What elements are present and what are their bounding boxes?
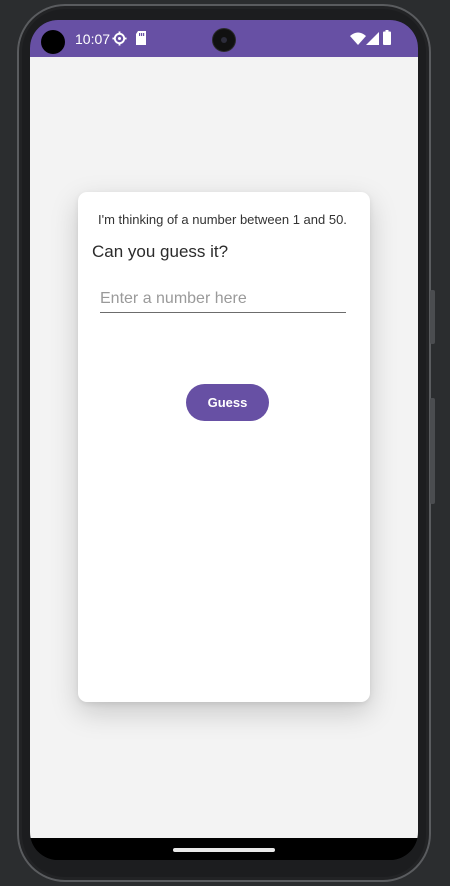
settings-gear-icon (112, 31, 127, 51)
status-bar: 10:07 (30, 20, 418, 57)
cellular-signal-icon (366, 32, 379, 50)
game-card: I'm thinking of a number between 1 and 5… (78, 192, 370, 702)
front-camera (213, 29, 235, 51)
navigation-bar (30, 838, 418, 860)
battery-icon (383, 30, 391, 50)
intro-text: I'm thinking of a number between 1 and 5… (98, 212, 347, 227)
number-input[interactable] (100, 286, 346, 313)
wifi-icon (350, 32, 366, 50)
volume-button (430, 398, 435, 504)
guess-button[interactable]: Guess (186, 384, 269, 421)
sd-card-icon (135, 31, 147, 50)
power-button (430, 290, 435, 344)
home-gesture-handle[interactable] (173, 848, 275, 852)
status-time: 10:07 (75, 31, 111, 47)
device-screen: 10:07 I'm thinking of a number between 1… (30, 20, 418, 860)
app-content: I'm thinking of a number between 1 and 5… (30, 57, 418, 838)
question-text: Can you guess it? (92, 242, 229, 261)
front-camera-left (41, 30, 65, 54)
